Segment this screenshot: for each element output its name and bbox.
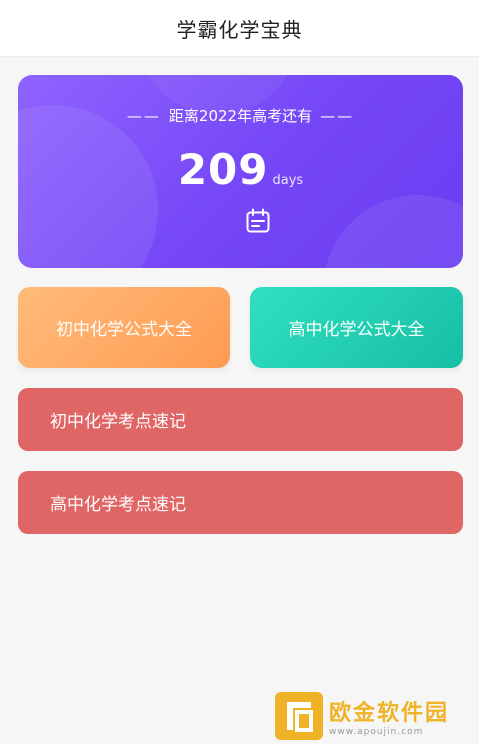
dash-right: —— (320, 107, 355, 125)
site-watermark: 欧金软件园 www.apoujin.com (275, 690, 475, 742)
days-number: 209 (177, 145, 269, 194)
countdown-text: 距离2022年高考还有 (168, 107, 313, 125)
senior-key-points-button[interactable]: 高中化学考点速记 (18, 471, 463, 534)
junior-formulas-label: 初中化学公式大全 (56, 320, 192, 340)
junior-key-points-label: 初中化学考点速记 (50, 412, 186, 432)
dash-left: —— (126, 107, 161, 125)
junior-key-points-button[interactable]: 初中化学考点速记 (18, 388, 463, 451)
watermark-url: www.apoujin.com (329, 727, 424, 737)
senior-key-points-label: 高中化学考点速记 (50, 495, 186, 515)
days-unit: days (272, 173, 304, 188)
page-title: 学霸化学宝典 (176, 17, 303, 42)
watermark-name: 欧金软件园 (329, 701, 450, 726)
watermark-logo-icon (275, 692, 323, 740)
app-header: 学霸化学宝典 (0, 0, 479, 57)
decor-bubble (323, 195, 463, 268)
senior-formulas-label: 高中化学公式大全 (288, 320, 425, 340)
exam-countdown-card: —— 距离2022年高考还有 —— 209 days (18, 75, 463, 268)
calendar-icon[interactable] (245, 208, 271, 234)
countdown-label: —— 距离2022年高考还有 —— (18, 105, 463, 126)
countdown-value: 209 days (18, 145, 463, 194)
senior-formulas-button[interactable]: 高中化学公式大全 (250, 287, 463, 368)
junior-formulas-button[interactable]: 初中化学公式大全 (18, 287, 230, 368)
